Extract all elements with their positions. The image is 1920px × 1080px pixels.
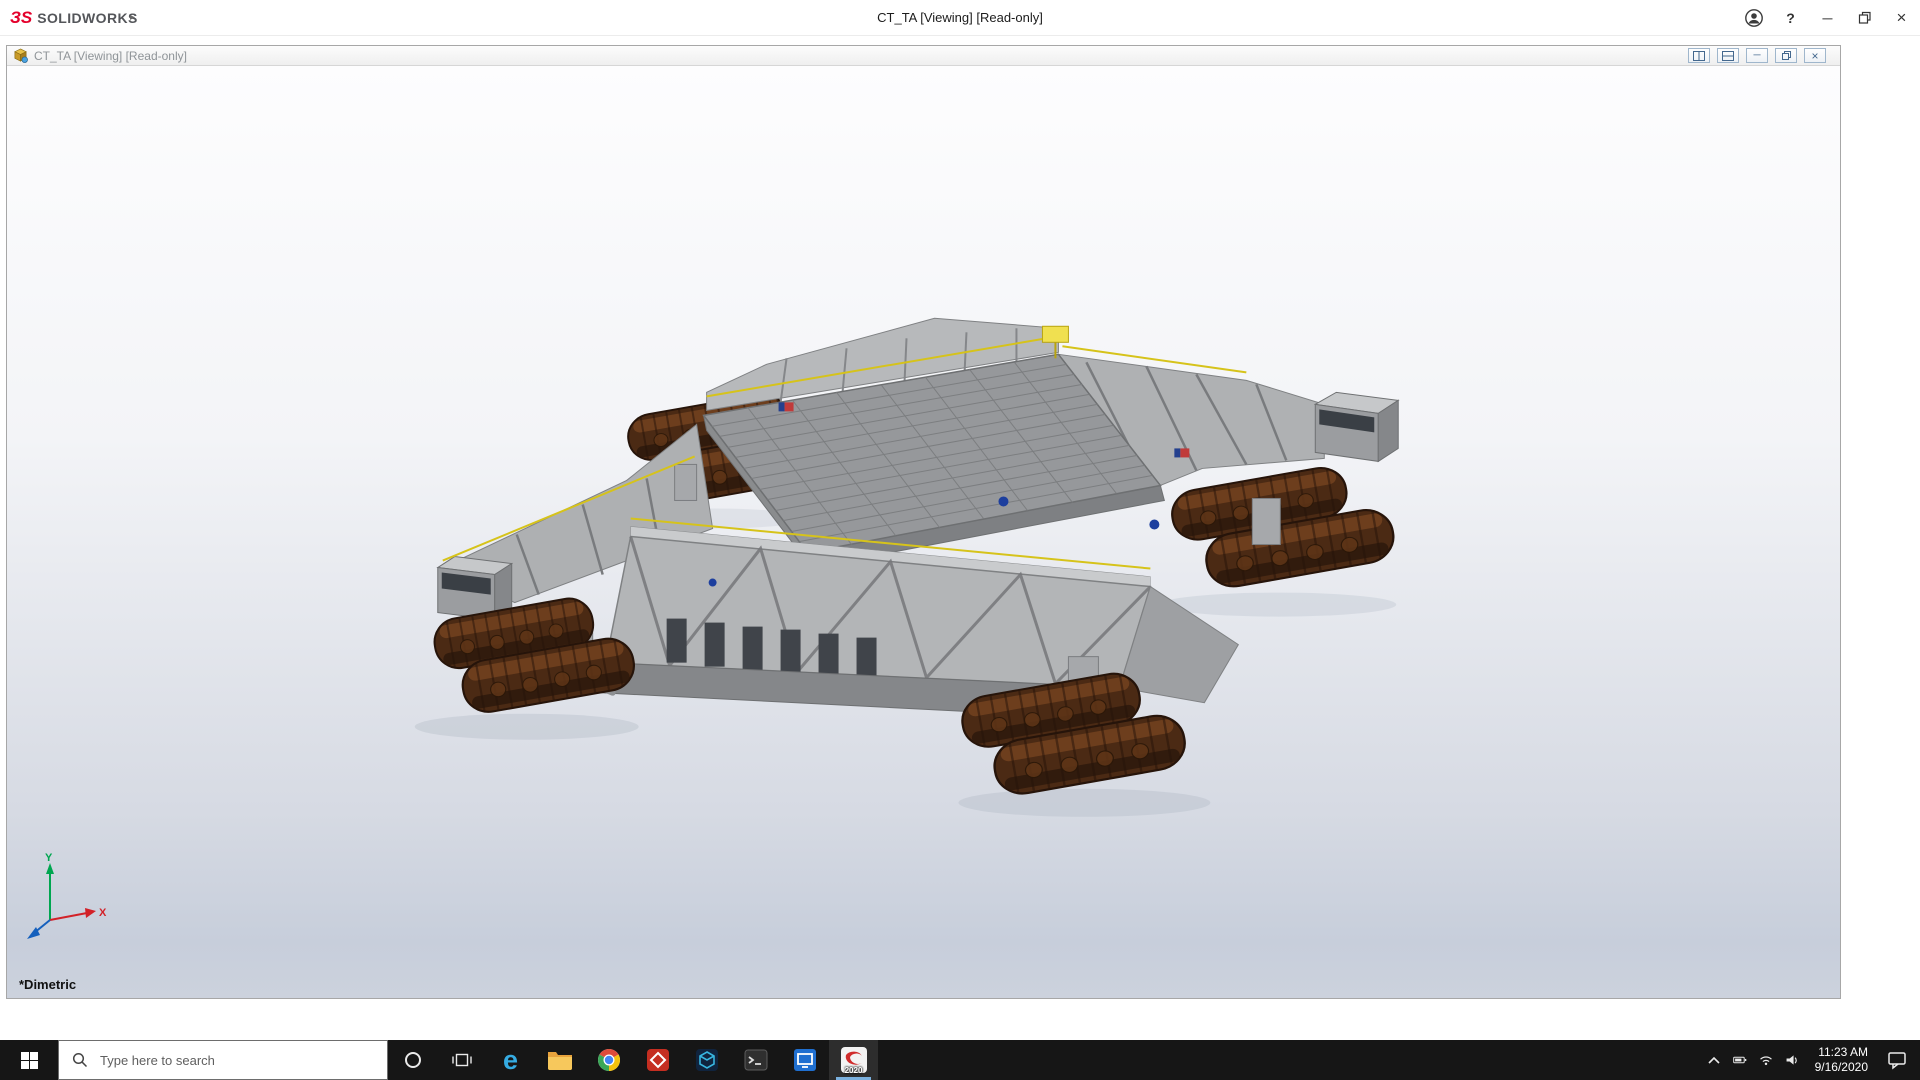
taskbar-app-solidworks[interactable]: 2020 xyxy=(829,1040,878,1080)
volume-status[interactable] xyxy=(1779,1040,1805,1080)
account-button[interactable] xyxy=(1735,0,1772,35)
help-button[interactable]: ? xyxy=(1772,0,1809,35)
restore-icon xyxy=(1857,10,1872,25)
system-tray: 11:23 AM 9/16/2020 xyxy=(1701,1040,1920,1080)
taskbar-app-red[interactable] xyxy=(633,1040,682,1080)
speaker-icon xyxy=(1785,1051,1799,1069)
tile-horizontal-button[interactable] xyxy=(1717,48,1739,63)
orientation-triad[interactable]: Y X xyxy=(15,850,115,950)
restore-document-icon xyxy=(1781,50,1792,61)
task-view-icon xyxy=(452,1052,472,1068)
taskbar-search[interactable] xyxy=(58,1040,388,1080)
app-window-controls: ? ─ × xyxy=(1735,0,1920,35)
solidworks-version-badge: 2020 xyxy=(829,1066,878,1075)
help-icon: ? xyxy=(1786,10,1795,26)
search-icon xyxy=(72,1052,88,1068)
app-titlebar: ЗS SOLIDWORKS ▸ CT_TA [Viewing] [Read-on… xyxy=(0,0,1920,36)
close-icon: × xyxy=(1897,8,1907,28)
y-axis-label: Y xyxy=(45,852,53,864)
view-orientation-label: *Dimetric xyxy=(19,977,76,992)
minimize-document-icon: ─ xyxy=(1753,51,1760,61)
minimize-icon: ─ xyxy=(1823,10,1833,26)
taskbar-app-blue-window[interactable] xyxy=(780,1040,829,1080)
screen: ЗS SOLIDWORKS ▸ CT_TA [Viewing] [Read-on… xyxy=(0,0,1920,1080)
document-window-controls: ─ × xyxy=(1688,48,1826,63)
taskbar-app-chrome[interactable] xyxy=(584,1040,633,1080)
taskbar: e xyxy=(0,1040,1920,1080)
wifi-icon xyxy=(1759,1052,1773,1068)
windows-logo-icon xyxy=(21,1052,38,1069)
action-center-button[interactable] xyxy=(1878,1040,1916,1080)
rear-control-cab[interactable] xyxy=(1315,392,1398,461)
start-button[interactable] xyxy=(0,1040,58,1080)
x-axis-label: X xyxy=(99,907,107,919)
blue-window-icon xyxy=(793,1048,817,1072)
taskbar-app-file-explorer[interactable] xyxy=(535,1040,584,1080)
document-window: CT_TA [Viewing] [Read-only] ─ xyxy=(6,45,1841,999)
red-app-icon xyxy=(646,1048,670,1072)
terminal-icon xyxy=(744,1048,768,1072)
y-axis-arrow-icon xyxy=(46,863,54,874)
clock-date: 9/16/2020 xyxy=(1815,1060,1868,1075)
cortana-icon xyxy=(404,1051,422,1069)
task-view-button[interactable] xyxy=(437,1040,486,1080)
taskbar-app-3d-viewer[interactable] xyxy=(682,1040,731,1080)
tile-vertical-icon xyxy=(1693,51,1705,61)
cube-app-icon xyxy=(695,1048,719,1072)
file-explorer-icon xyxy=(547,1049,573,1071)
cortana-button[interactable] xyxy=(388,1040,437,1080)
user-avatar-icon xyxy=(1744,8,1764,28)
chrome-icon xyxy=(596,1047,622,1073)
tray-expand-button[interactable] xyxy=(1701,1040,1727,1080)
battery-icon xyxy=(1733,1051,1747,1069)
close-document-icon: × xyxy=(1811,50,1818,62)
track-assembly-rear-right[interactable] xyxy=(1168,464,1397,591)
crawler-transporter-model[interactable] xyxy=(7,66,1840,998)
minimize-button[interactable]: ─ xyxy=(1809,0,1846,35)
search-input[interactable] xyxy=(98,1052,362,1069)
minimize-document-button[interactable]: ─ xyxy=(1746,48,1768,63)
taskbar-clock[interactable]: 11:23 AM 9/16/2020 xyxy=(1805,1045,1878,1075)
tile-vertical-button[interactable] xyxy=(1688,48,1710,63)
taskbar-app-edge[interactable]: e xyxy=(486,1040,535,1080)
close-document-button[interactable]: × xyxy=(1804,48,1826,63)
taskbar-app-terminal[interactable] xyxy=(731,1040,780,1080)
assembly-document-icon xyxy=(13,48,28,63)
graphics-viewport[interactable]: Y X *Dimetric xyxy=(7,66,1840,998)
battery-status[interactable] xyxy=(1727,1040,1753,1080)
clock-time: 11:23 AM xyxy=(1818,1045,1868,1060)
document-title: CT_TA [Viewing] [Read-only] xyxy=(34,49,187,63)
close-button[interactable]: × xyxy=(1883,0,1920,35)
network-status[interactable] xyxy=(1753,1040,1779,1080)
document-titlebar: CT_TA [Viewing] [Read-only] ─ xyxy=(7,46,1840,66)
maximize-restore-button[interactable] xyxy=(1846,0,1883,35)
action-center-icon xyxy=(1887,1050,1907,1070)
chevron-up-icon xyxy=(1707,1055,1721,1065)
tile-horizontal-icon xyxy=(1722,51,1734,61)
x-axis-arrow-icon xyxy=(85,908,96,918)
restore-document-button[interactable] xyxy=(1775,48,1797,63)
edge-icon: e xyxy=(503,1047,518,1074)
app-window-title: CT_TA [Viewing] [Read-only] xyxy=(0,0,1920,35)
